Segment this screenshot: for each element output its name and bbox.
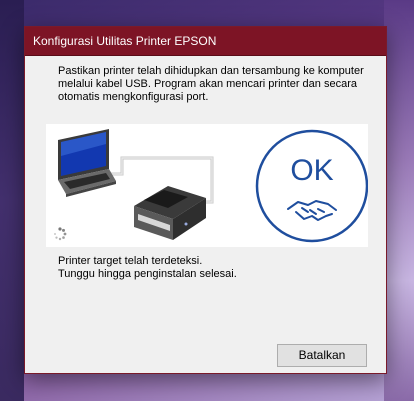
laptop-icon [58, 129, 116, 197]
printer-icon [134, 186, 206, 240]
ok-label: OK [290, 154, 333, 187]
cancel-button[interactable]: Batalkan [277, 344, 367, 367]
loading-spinner-icon [54, 227, 67, 241]
illustration-graphic: OK [54, 129, 369, 243]
instruction-message: Pastikan printer telah dihidupkan dan te… [58, 65, 368, 104]
dialog-window: Konfigurasi Utilitas Printer EPSON Pasti… [24, 26, 387, 374]
instruction-line: otomatis mengkonfigurasi port. [58, 91, 209, 103]
desktop-background-left [0, 0, 24, 401]
success-badge: OK [255, 129, 369, 243]
instruction-line: melalui kabel USB. Program akan mencari … [58, 78, 357, 90]
status-line: Tunggu hingga penginstalan selesai. [58, 268, 237, 280]
status-message: Printer target telah terdeteksi. Tunggu … [58, 255, 237, 281]
status-line: Printer target telah terdeteksi. [58, 255, 203, 267]
desktop-background-right [384, 0, 414, 401]
connection-illustration: OK [46, 124, 369, 247]
instruction-line: Pastikan printer telah dihidupkan dan te… [58, 65, 364, 77]
window-title[interactable]: Konfigurasi Utilitas Printer EPSON [25, 27, 386, 56]
